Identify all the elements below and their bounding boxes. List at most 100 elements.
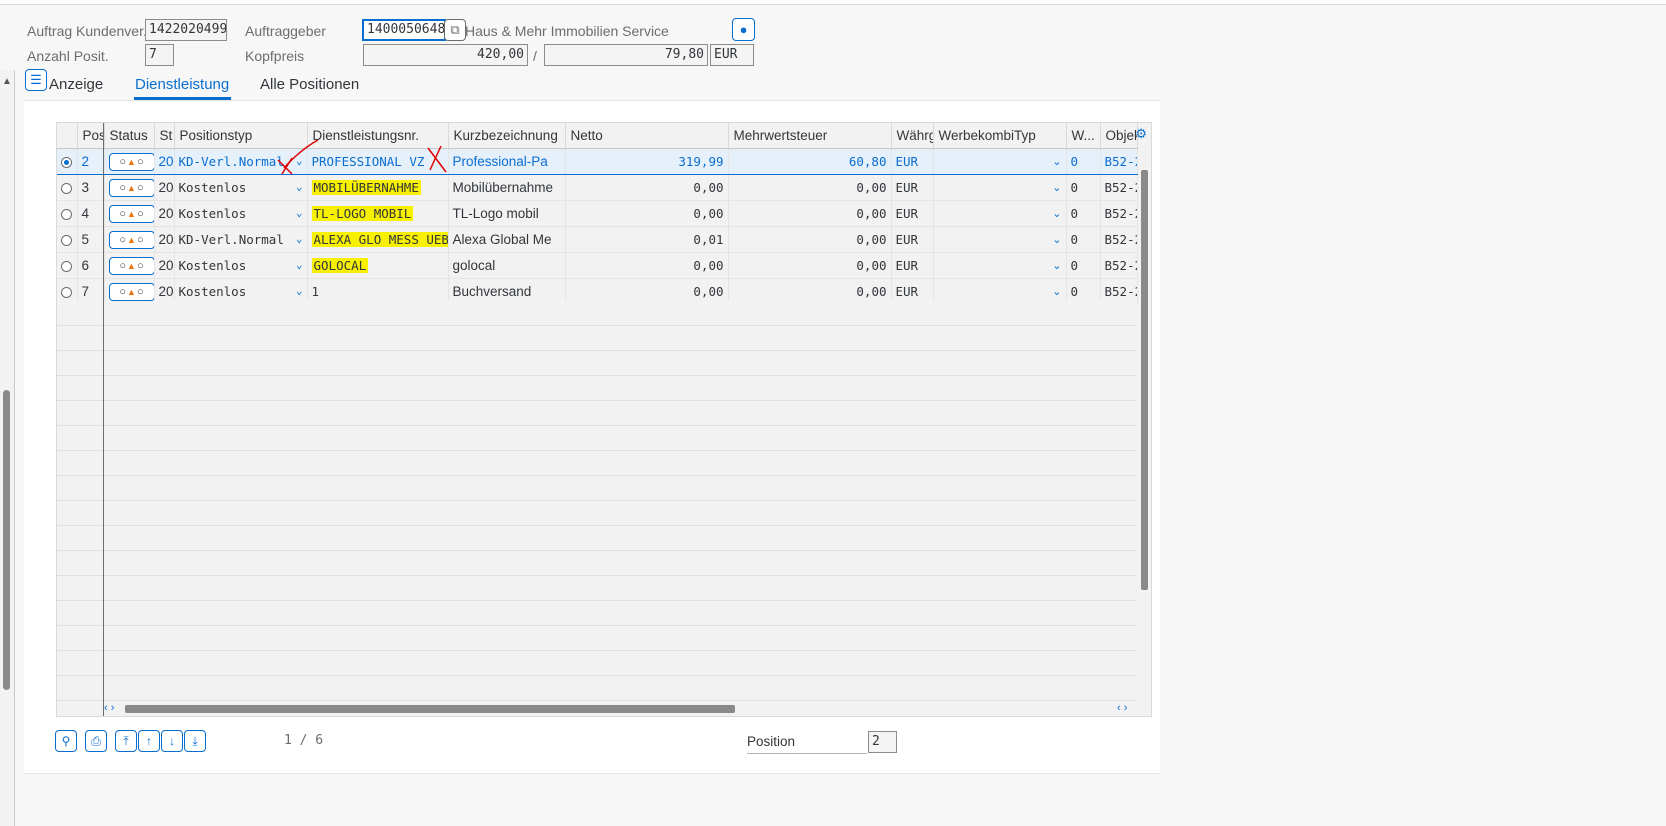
chevron-down-icon[interactable]: ⌄	[296, 180, 303, 193]
chevron-down-icon[interactable]: ⌄	[296, 232, 303, 245]
row-selector[interactable]	[61, 182, 72, 194]
cell-st: 20	[154, 200, 175, 227]
value-help-icon[interactable]: ⧉	[444, 19, 466, 41]
chevron-down-icon[interactable]: ⌄	[1052, 181, 1061, 194]
col-kurzbezeichnung[interactable]: Kurzbezeichnung	[448, 123, 566, 149]
auftraggeber-name: Haus & Mehr Immobilien Service	[465, 23, 669, 39]
col-waehrg[interactable]: Währg	[891, 123, 934, 149]
chevron-down-icon[interactable]: ⌄	[296, 284, 303, 297]
cell-dienstleistungsnr[interactable]: ALEXA GLO MESS UEB	[311, 232, 447, 247]
cell-netto[interactable]: 0,00	[565, 174, 729, 201]
toggle-panel-icon[interactable]: ☰	[25, 69, 47, 91]
col-werbekombityp[interactable]: WerbekombiTyp	[933, 123, 1067, 149]
chevron-down-icon[interactable]: ⌄	[1052, 233, 1061, 246]
col-objek[interactable]: Objek	[1100, 123, 1138, 149]
zoom-icon[interactable]: ⚲	[55, 730, 77, 752]
chevron-down-icon[interactable]: ⌄	[296, 154, 303, 167]
left-scrollbar[interactable]: ▲	[0, 70, 15, 826]
col-w[interactable]: W...	[1066, 123, 1101, 149]
cell-netto[interactable]: 319,99	[565, 148, 729, 175]
cell-st: 20	[154, 252, 175, 279]
table-horizontal-thumb[interactable]	[125, 705, 735, 713]
col-pos[interactable]: Pos	[77, 123, 105, 149]
tab-anzeige[interactable]: Anzeige	[49, 76, 103, 93]
position-field[interactable]: 2	[868, 731, 897, 753]
anzahl-field[interactable]: 7	[145, 44, 174, 66]
chevron-down-icon[interactable]: ⌄	[296, 258, 303, 271]
table-row[interactable]: 3 ○ ▲ ○ 20 Kostenlos ⌄ MOBILÜBERNAHME Mobil…	[57, 174, 1138, 201]
cell-dienstleistungsnr[interactable]: GOLOCAL	[311, 258, 369, 273]
status-button[interactable]: ○ ▲ ○	[108, 230, 153, 249]
status-button[interactable]: ○ ▲ ○	[108, 256, 153, 275]
chevron-down-icon[interactable]: ⌄	[1052, 259, 1061, 272]
row-selector[interactable]	[61, 156, 72, 168]
status-button[interactable]: ○ ▲ ○	[108, 282, 153, 301]
status-button[interactable]: ○ ▲ ○	[108, 204, 153, 223]
tab-alle-positionen[interactable]: Alle Positionen	[260, 76, 359, 93]
cell-kurzbezeichnung: Professional-Pa	[448, 148, 566, 175]
cell-dienstleistungsnr[interactable]: PROFESSIONAL VZ	[307, 148, 449, 175]
row-selector[interactable]	[61, 234, 72, 246]
cell-positionstyp[interactable]: KD-Verl.Normal	[179, 154, 284, 169]
cell-positionstyp[interactable]: Kostenlos	[179, 206, 247, 221]
table-vertical-scrollbar[interactable]	[1140, 148, 1149, 703]
cell-netto[interactable]: 0,01	[565, 226, 729, 253]
cell-w: 0	[1066, 226, 1101, 253]
chevron-down-icon[interactable]: ⌄	[1052, 155, 1061, 168]
hat-icon[interactable]: ●	[732, 18, 755, 41]
col-dienstleistungsnr[interactable]: Dienstleistungsnr.	[307, 123, 449, 149]
col-st[interactable]: St	[154, 123, 175, 149]
status-button[interactable]: ○ ▲ ○	[108, 152, 153, 171]
cell-mwst[interactable]: 0,00	[728, 200, 892, 227]
print-icon[interactable]: ⎙	[85, 730, 107, 752]
next-page-icon[interactable]: ↓	[161, 730, 183, 752]
cell-waehrg: EUR	[891, 252, 934, 279]
cell-dienstleistungsnr[interactable]: TL-LOGO MOBIL	[311, 206, 414, 221]
left-scroll-thumb[interactable]	[3, 390, 10, 690]
cell-positionstyp[interactable]: KD-Verl.Normal	[179, 232, 284, 247]
cell-mwst[interactable]: 0,00	[728, 226, 892, 253]
row-selector[interactable]	[61, 260, 72, 272]
first-page-icon[interactable]: ⤒	[115, 730, 137, 752]
last-page-icon[interactable]: ⤓	[184, 730, 206, 752]
scroll-left-right-icon[interactable]: ‹ ›	[104, 702, 114, 714]
row-selector[interactable]	[61, 208, 72, 220]
cell-mwst[interactable]: 60,80	[728, 148, 892, 175]
cell-positionstyp[interactable]: Kostenlos	[179, 284, 247, 299]
cell-mwst[interactable]: 0,00	[728, 252, 892, 279]
cell-w: 0	[1066, 252, 1101, 279]
cell-pos: 6	[77, 252, 105, 279]
chevron-down-icon[interactable]: ⌄	[1052, 285, 1061, 298]
empty-row	[57, 476, 1137, 501]
auftrag-field[interactable]: 1422020499	[145, 19, 227, 41]
col-mehrwertsteuer[interactable]: Mehrwertsteuer	[728, 123, 892, 149]
chevron-down-icon[interactable]: ⌄	[296, 206, 303, 219]
table-row[interactable]: 2 ○ ▲ ○ 20 KD-Verl.Normal ⌄ PROFESSIONAL VZ…	[57, 148, 1138, 175]
cell-netto[interactable]: 0,00	[565, 200, 729, 227]
previous-page-icon[interactable]: ↑	[138, 730, 160, 752]
cell-positionstyp[interactable]: Kostenlos	[179, 180, 247, 195]
col-netto[interactable]: Netto	[565, 123, 729, 149]
status-button[interactable]: ○ ▲ ○	[108, 178, 153, 197]
chevron-down-icon[interactable]: ⌄	[1052, 207, 1061, 220]
cell-positionstyp[interactable]: Kostenlos	[179, 258, 247, 273]
col-positionstyp[interactable]: Positionstyp	[174, 123, 308, 149]
row-selector[interactable]	[61, 286, 72, 298]
cell-dienstleistungsnr[interactable]: MOBILÜBERNAHME	[311, 180, 421, 195]
empty-row	[57, 551, 1137, 576]
empty-row	[57, 326, 1137, 351]
table-vertical-thumb[interactable]	[1141, 170, 1148, 590]
cell-mwst[interactable]: 0,00	[728, 174, 892, 201]
col-status[interactable]: Status	[104, 123, 155, 149]
auftraggeber-field[interactable]: 1400050648	[362, 19, 446, 41]
tab-dienstleistung[interactable]: Dienstleistung	[135, 76, 229, 93]
settings-icon[interactable]: ⚙	[1135, 126, 1147, 142]
cell-netto[interactable]: 0,00	[565, 252, 729, 279]
table-row[interactable]: 6 ○ ▲ ○ 20 Kostenlos ⌄ GOLOCAL golocal 0,00…	[57, 252, 1138, 279]
table-row[interactable]: 4 ○ ▲ ○ 20 Kostenlos ⌄ TL-LOGO MOBIL TL-Log…	[57, 200, 1138, 227]
cell-w: 0	[1066, 200, 1101, 227]
scroll-up-icon[interactable]: ▲	[2, 76, 12, 87]
top-border	[0, 0, 1666, 5]
scroll-left-right-icon[interactable]: ‹ ›	[1117, 702, 1127, 714]
table-row[interactable]: 5 ○ ▲ ○ 20 KD-Verl.Normal ⌄ ALEXA GLO MESS …	[57, 226, 1138, 253]
